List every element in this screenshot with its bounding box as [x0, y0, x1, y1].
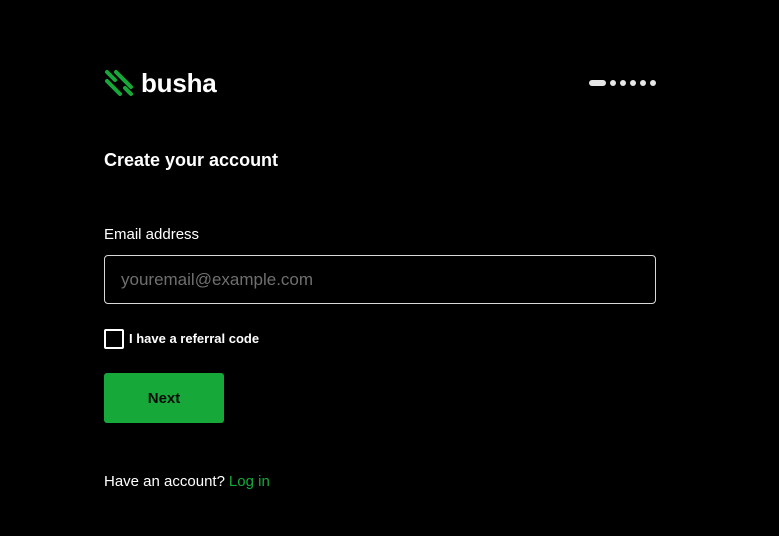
brand-logo[interactable]: busha — [104, 66, 217, 100]
brand-name: busha — [141, 68, 217, 98]
progress-step-dot — [650, 80, 656, 86]
progress-step-dot — [630, 80, 636, 86]
progress-step-active — [589, 80, 606, 86]
referral-label[interactable]: I have a referral code — [129, 329, 259, 349]
progress-step-dot — [610, 80, 616, 86]
step-progress-indicator — [589, 80, 656, 86]
page-title: Create your account — [104, 150, 279, 170]
referral-checkbox[interactable] — [104, 329, 124, 349]
header: busha — [104, 66, 656, 100]
login-link[interactable]: Log in — [229, 473, 270, 490]
referral-option: I have a referral code — [104, 329, 259, 349]
progress-step-dot — [620, 80, 626, 86]
email-label: Email address — [104, 226, 200, 243]
busha-logo-icon — [105, 70, 133, 96]
next-button[interactable]: Next — [104, 373, 224, 423]
login-prompt: Have an account? Log in — [104, 472, 270, 492]
email-field[interactable] — [104, 255, 656, 304]
login-prompt-text: Have an account? — [104, 473, 225, 490]
progress-step-dot — [640, 80, 646, 86]
